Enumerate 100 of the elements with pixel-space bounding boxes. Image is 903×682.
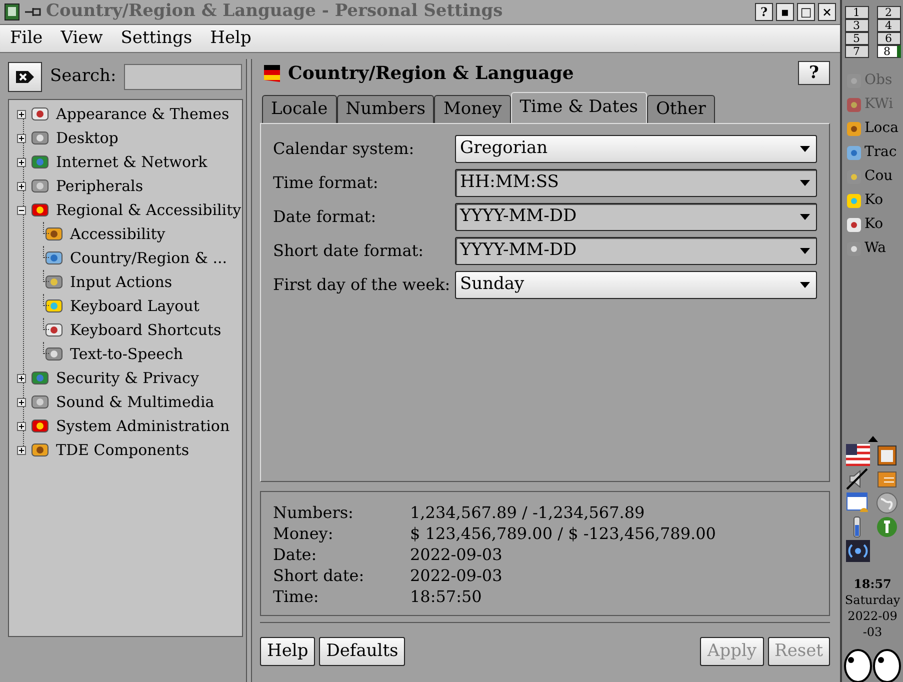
preview-label: Short date: (273, 565, 366, 586)
caret-icon (800, 282, 810, 288)
preview-label: Date: (273, 544, 318, 565)
tree-item[interactable]: Keyboard Shortcuts (68, 318, 224, 342)
title-bar-button[interactable]: ▪ (776, 3, 794, 21)
tab[interactable]: Time & Dates (510, 92, 647, 123)
category-icon (31, 177, 49, 195)
category-icon (31, 417, 49, 435)
dropdown[interactable]: YYYY-MM-DD (455, 237, 817, 265)
field-label: Time format: (273, 172, 380, 194)
taskbar-item[interactable]: Wa (846, 238, 902, 259)
tab[interactable]: Other (646, 95, 715, 123)
caret-icon (800, 180, 810, 186)
menu-item[interactable]: File (10, 26, 43, 52)
flag-icon (262, 63, 282, 83)
flag-icon[interactable] (846, 444, 870, 466)
dropdown[interactable]: Sunday (455, 271, 817, 299)
title-bar-button[interactable]: ? (755, 3, 773, 21)
category-icon (31, 369, 49, 387)
taskbar-item[interactable]: Loca (846, 118, 902, 139)
taskbar-item[interactable]: Trac (846, 142, 902, 163)
category-icon (31, 129, 49, 147)
dropdown[interactable]: YYYY-MM-DD (455, 203, 817, 231)
tree-item[interactable]: Desktop (54, 126, 120, 150)
module-icon (45, 249, 63, 267)
plus-icon (18, 374, 25, 382)
muted-speaker-icon[interactable] (846, 468, 868, 490)
menu-item[interactable]: Settings (120, 26, 192, 52)
taskbar-item[interactable]: Ko (846, 190, 902, 211)
menu-item[interactable]: View (60, 26, 103, 52)
category-icon (31, 393, 49, 411)
tree-item[interactable]: Security & Privacy (54, 366, 201, 390)
tree-item[interactable]: Appearance & Themes (54, 102, 232, 126)
preview-value: $ 123,456,789.00 / $ -123,456,789.00 (410, 523, 717, 544)
calendar-bell-icon[interactable] (846, 492, 870, 514)
dropdown[interactable]: Gregorian (455, 135, 817, 163)
desktop-button[interactable]: 3 (844, 19, 868, 32)
module-icon (45, 345, 63, 363)
tree-item[interactable]: Keyboard Layout (68, 294, 202, 318)
module-icon (45, 273, 63, 291)
tab[interactable]: Money (434, 95, 511, 123)
tree-item[interactable]: Regional & Accessibility (54, 198, 244, 222)
app-icon (846, 216, 862, 232)
app-icon[interactable] (4, 3, 20, 21)
dropdown[interactable]: HH:MM:SS (455, 169, 817, 197)
app-icon (846, 144, 862, 160)
tree-item[interactable]: Country/Region & ... (68, 246, 230, 270)
field-label: Date format: (273, 206, 378, 228)
tree-item[interactable]: Peripherals (54, 174, 146, 198)
menu-item[interactable]: Help (210, 26, 252, 52)
title-bar-button[interactable]: □ (797, 3, 815, 21)
taskbar-item[interactable]: Cou (846, 166, 902, 187)
desktop-button[interactable]: 6 (876, 32, 900, 45)
dialog-button[interactable]: Defaults (319, 637, 406, 666)
plus-icon (18, 446, 25, 454)
preview-label: Numbers: (273, 502, 354, 523)
expand-toggle[interactable] (17, 182, 26, 190)
clear-icon (15, 70, 35, 84)
expand-toggle[interactable] (17, 110, 26, 118)
search-field[interactable] (124, 64, 242, 90)
category-icon (31, 441, 49, 459)
window-title: Country/Region & Language - Personal Settings (46, 0, 503, 24)
help-button[interactable]: ? (798, 61, 830, 85)
expand-toggle[interactable] (17, 134, 26, 142)
tree-item[interactable]: System Administration (54, 414, 232, 438)
desktop-button[interactable]: 7 (844, 45, 868, 58)
app-icon (846, 192, 862, 208)
caret-icon[interactable] (868, 436, 878, 442)
clear-search-button[interactable] (8, 62, 42, 92)
tree-item[interactable]: Input Actions (68, 270, 174, 294)
expand-toggle[interactable] (17, 158, 26, 166)
pin-icon[interactable] (24, 6, 42, 18)
tree-item[interactable]: Internet & Network (54, 150, 210, 174)
desktop-button[interactable]: 8 (876, 45, 900, 58)
title-bar-button[interactable]: × (818, 3, 836, 21)
tab[interactable]: Numbers (336, 95, 434, 123)
plus-icon (18, 398, 25, 406)
expand-toggle[interactable] (17, 206, 26, 214)
desktop-button[interactable]: 4 (876, 19, 900, 32)
signal-icon[interactable] (846, 540, 870, 562)
tree-item[interactable]: Sound & Multimedia (54, 390, 216, 414)
desktop-button[interactable]: 2 (876, 6, 900, 19)
desktop-button[interactable]: 5 (844, 32, 868, 45)
caret-icon (800, 248, 810, 254)
tree-item[interactable]: Text-to-Speech (68, 342, 186, 366)
tab[interactable]: Locale (262, 95, 337, 123)
dialog-button[interactable]: Help (260, 637, 316, 666)
plus-icon (18, 110, 25, 118)
eyes-drawing[interactable] (844, 646, 902, 682)
expand-toggle[interactable] (17, 374, 26, 382)
preview-label: Money: (273, 523, 334, 544)
tree-item[interactable]: Accessibility (68, 222, 168, 246)
module-icon (45, 297, 63, 315)
plus-icon (18, 182, 25, 190)
tree-item[interactable]: TDE Components (54, 438, 192, 462)
desktop-button[interactable]: 1 (844, 6, 868, 19)
expand-toggle[interactable] (17, 446, 26, 454)
expand-toggle[interactable] (17, 398, 26, 406)
taskbar-item[interactable]: Ko (846, 214, 902, 235)
expand-toggle[interactable] (17, 422, 26, 430)
